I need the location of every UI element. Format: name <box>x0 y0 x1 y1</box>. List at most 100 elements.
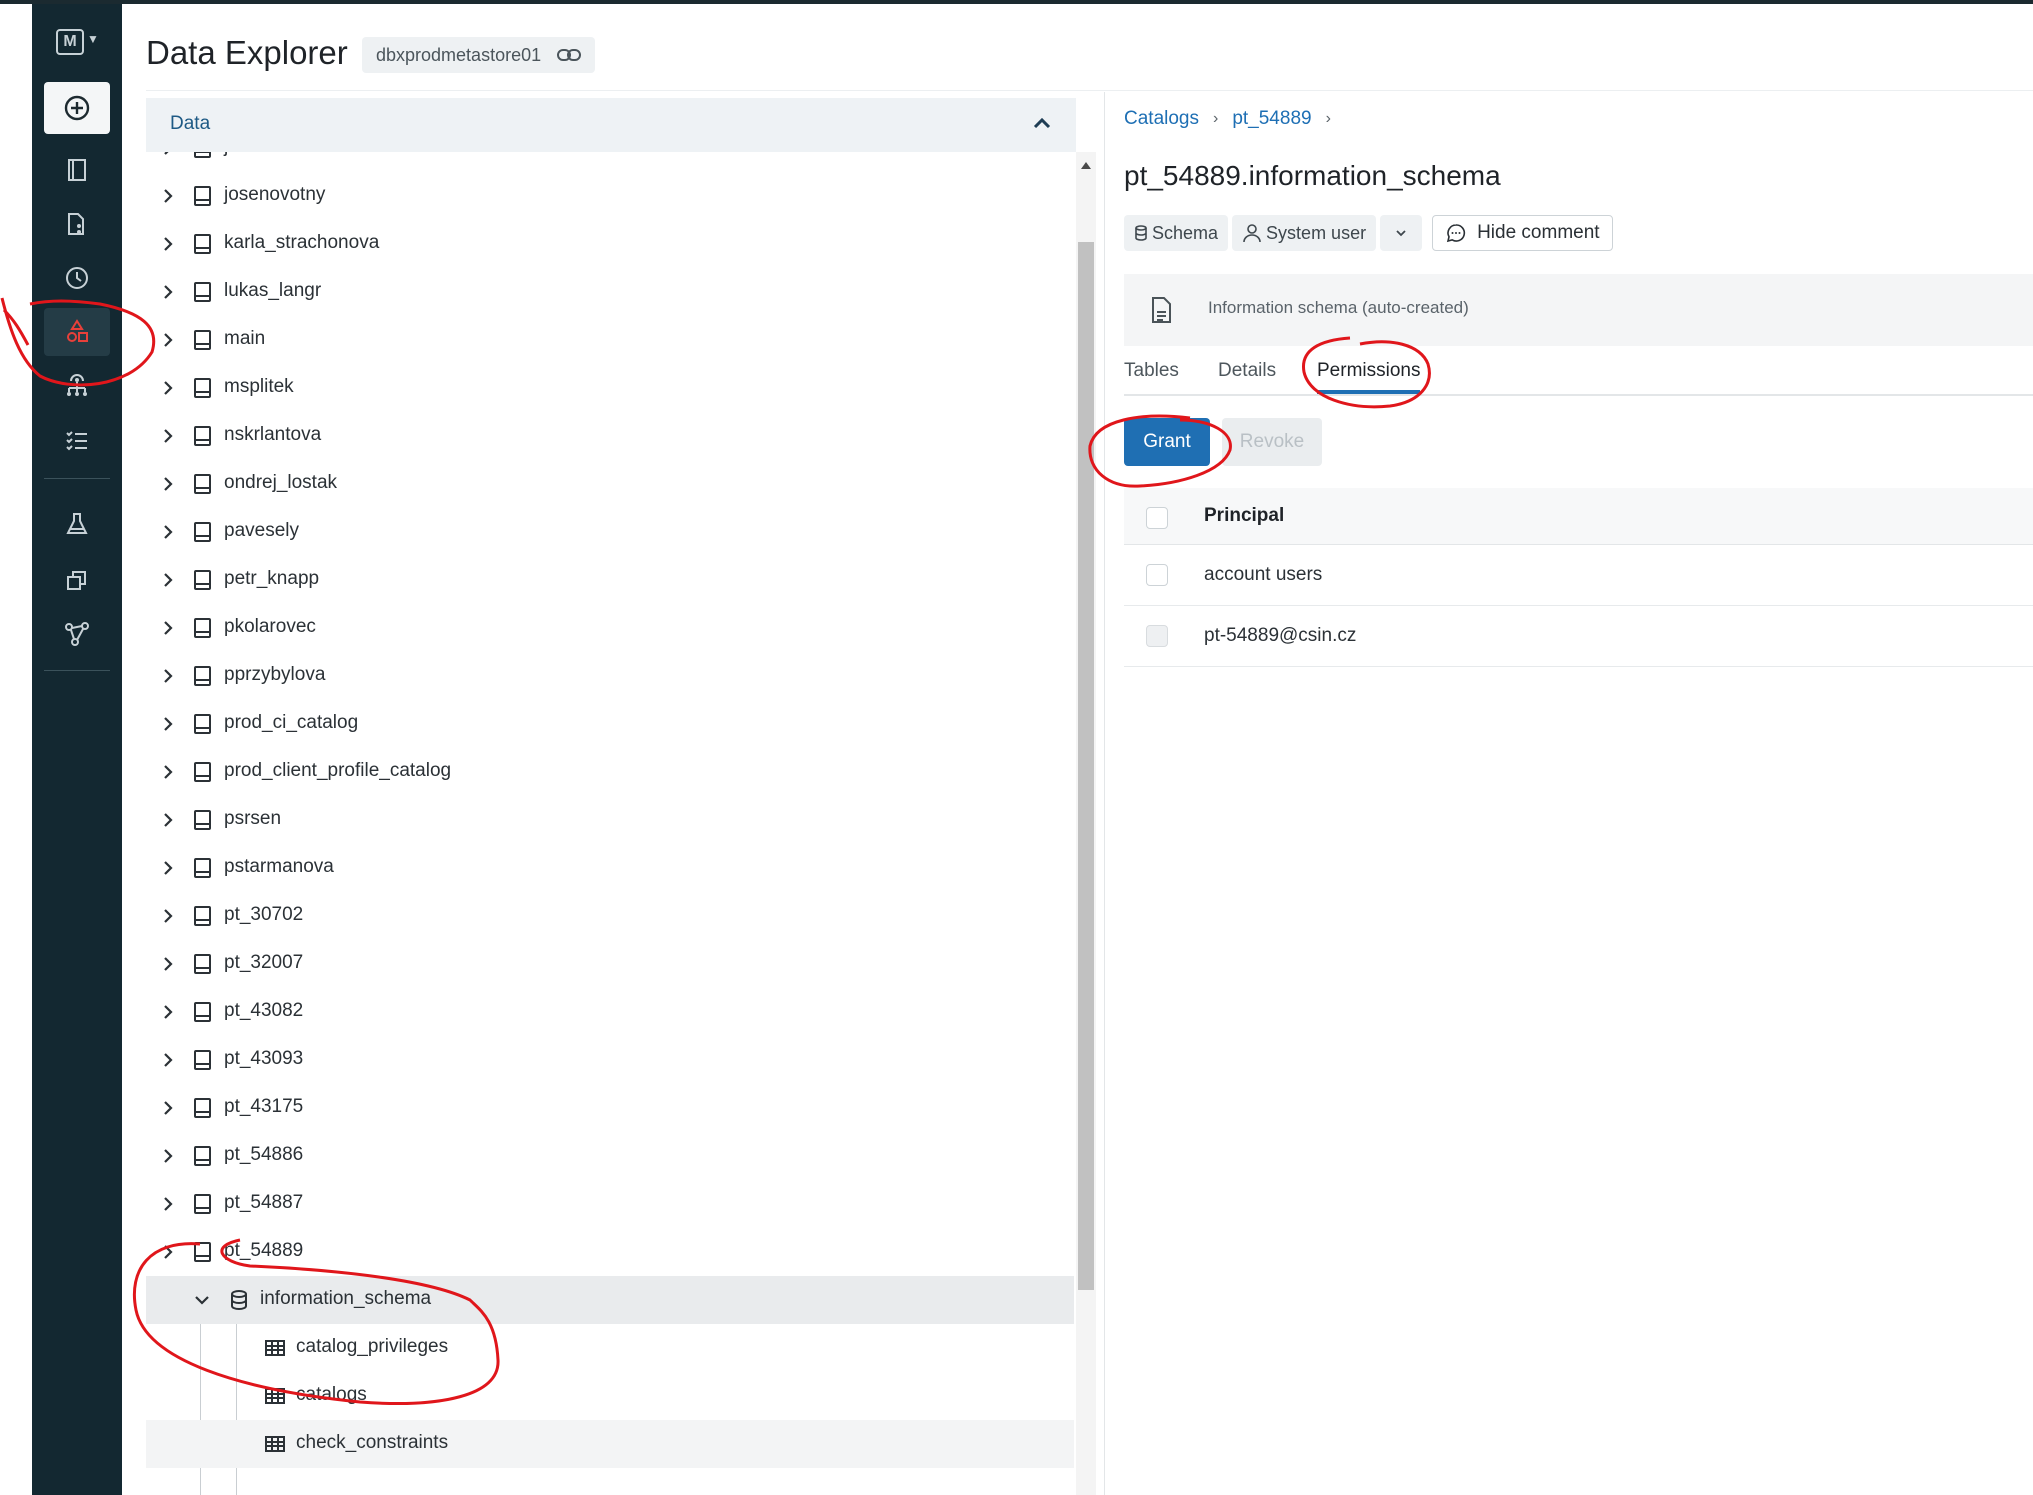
tree-row-catalog[interactable]: pt_43082 <box>146 988 1074 1036</box>
logo-icon: M <box>56 29 84 55</box>
chevron-down-icon[interactable] <box>192 1290 212 1310</box>
catalog-name: pt_54887 <box>224 1192 304 1213</box>
feature-store-nav-button[interactable] <box>44 610 110 658</box>
tree-row-catalog[interactable]: msplitek <box>146 364 1074 412</box>
chevron-right-icon[interactable] <box>158 282 178 302</box>
data-panel-header[interactable]: Data <box>146 98 1076 152</box>
table-icon <box>265 1388 285 1404</box>
workspace-nav-button[interactable] <box>44 146 110 194</box>
tree-row-catalog[interactable]: pt_43093 <box>146 1036 1074 1084</box>
breadcrumb-catalog-link[interactable]: pt_54889 <box>1232 108 1311 130</box>
tree-row-catalog[interactable]: pt_30702 <box>146 892 1074 940</box>
chevron-right-icon[interactable] <box>158 858 178 878</box>
chevron-right-icon[interactable] <box>158 186 178 206</box>
tree-row-table[interactable]: catalogs <box>146 1372 1074 1420</box>
tree-row-table[interactable]: check_constraints <box>146 1420 1074 1468</box>
owner-dropdown-button[interactable] <box>1380 215 1423 251</box>
tree-row-catalog[interactable]: pkolarovec <box>146 604 1074 652</box>
chevron-right-icon[interactable] <box>158 1242 178 1262</box>
row-checkbox[interactable] <box>1146 564 1168 586</box>
chevron-right-icon[interactable] <box>158 666 178 686</box>
chevron-right-icon[interactable] <box>158 1050 178 1070</box>
chevron-right-icon[interactable] <box>158 152 178 158</box>
repos-nav-button[interactable] <box>44 200 110 248</box>
tab-tables[interactable]: Tables <box>1124 360 1179 382</box>
chevron-right-icon[interactable] <box>158 378 178 398</box>
schema-title: pt_54889.information_schema <box>1124 160 1501 191</box>
panel-divider[interactable] <box>1104 92 1105 1495</box>
owner-chip[interactable]: System user <box>1232 215 1377 251</box>
grant-button[interactable]: Grant <box>1124 418 1210 466</box>
scroll-up-arrow-icon[interactable] <box>1081 162 1091 169</box>
catalog-name: pt_30702 <box>224 904 304 925</box>
chevron-right-icon[interactable] <box>158 1146 178 1166</box>
catalog-name: karla_strachonova <box>224 232 380 253</box>
data-nav-button[interactable] <box>44 308 110 356</box>
catalog-icon <box>194 954 211 974</box>
tree-row-table[interactable]: catalog_privileges <box>146 1324 1074 1372</box>
tab-details[interactable]: Details <box>1218 360 1276 382</box>
tree-row-catalog[interactable]: ondrej_lostak <box>146 460 1074 508</box>
tab-permissions[interactable]: Permissions <box>1317 360 1420 382</box>
chevron-right-icon[interactable] <box>158 1002 178 1022</box>
flask-icon <box>66 513 88 534</box>
tree-row-catalog[interactable]: nskrlantova <box>146 412 1074 460</box>
chevron-right-icon[interactable] <box>158 330 178 350</box>
workflows-nav-button[interactable] <box>44 362 110 410</box>
tasks-nav-button[interactable] <box>44 416 110 464</box>
schema-database-icon <box>231 1290 247 1311</box>
tree-row-catalog[interactable]: pt_54886 <box>146 1132 1074 1180</box>
chevron-right-icon[interactable] <box>158 1194 178 1214</box>
experiments-nav-button[interactable] <box>44 500 110 548</box>
hide-comment-button[interactable]: Hide comment <box>1432 215 1613 251</box>
catalog-icon <box>194 474 211 494</box>
chevron-right-icon[interactable] <box>158 1098 178 1118</box>
metastore-badge[interactable]: dbxprodmetastore01 <box>362 37 596 73</box>
models-nav-button[interactable] <box>44 556 110 604</box>
breadcrumb-catalogs-link[interactable]: Catalogs <box>1124 108 1199 130</box>
select-all-checkbox[interactable] <box>1146 507 1168 529</box>
chevron-right-icon[interactable] <box>158 426 178 446</box>
tree-row-catalog[interactable]: main <box>146 316 1074 364</box>
new-button[interactable] <box>44 82 110 134</box>
chevron-right-icon[interactable] <box>158 522 178 542</box>
chevron-right-icon[interactable] <box>158 906 178 926</box>
scrollbar-thumb[interactable] <box>1078 242 1094 1290</box>
tree-row-schema-selected[interactable]: information_schema <box>146 1276 1074 1324</box>
revoke-button[interactable]: Revoke <box>1222 418 1322 466</box>
tree-row-catalog[interactable]: petr_knapp <box>146 556 1074 604</box>
catalog-name: petr_knapp <box>224 568 320 589</box>
chevron-up-icon[interactable] <box>1030 112 1054 136</box>
tree-row-catalog[interactable]: pavesely <box>146 508 1074 556</box>
tree-row-catalog[interactable]: pprzybylova <box>146 652 1074 700</box>
tree-row-catalog[interactable]: prod_ci_catalog <box>146 700 1074 748</box>
tree-row-catalog[interactable]: lukas_langr <box>146 268 1074 316</box>
workspace-switcher[interactable]: M ▼ <box>56 22 104 58</box>
tree-row-catalog[interactable]: karla_strachonova <box>146 220 1074 268</box>
catalog-name: pt_32007 <box>224 952 304 973</box>
recents-nav-button[interactable] <box>44 254 110 302</box>
chevron-right-icon[interactable] <box>158 618 178 638</box>
chevron-right-icon[interactable] <box>158 570 178 590</box>
schema-comment-box[interactable]: Information schema (auto-created) <box>1124 274 2033 346</box>
tree-scrollbar[interactable] <box>1076 152 1096 1495</box>
chevron-right-icon[interactable] <box>158 474 178 494</box>
chevron-right-icon[interactable] <box>158 762 178 782</box>
tree-row-catalog[interactable]: pstarmanova <box>146 844 1074 892</box>
tree-row-catalog[interactable]: pt_43175 <box>146 1084 1074 1132</box>
tree-row-catalog[interactable]: pt_54887 <box>146 1180 1074 1228</box>
tree-row-catalog[interactable]: jlzicar <box>146 152 1074 172</box>
tree-row-catalog[interactable]: prod_client_profile_catalog <box>146 748 1074 796</box>
link-icon[interactable] <box>557 48 582 62</box>
tree-row-catalog[interactable]: pt_32007 <box>146 940 1074 988</box>
catalog-name: pprzybylova <box>224 664 326 685</box>
row-checkbox-disabled[interactable] <box>1146 625 1168 647</box>
chevron-right-icon[interactable] <box>158 810 178 830</box>
tree-row-catalog[interactable]: josenovotny <box>146 172 1074 220</box>
chevron-right-icon[interactable] <box>158 714 178 734</box>
chevron-right-icon[interactable] <box>158 954 178 974</box>
chevron-right-icon[interactable] <box>158 234 178 254</box>
data-icon <box>67 319 88 342</box>
tree-row-catalog[interactable]: psrsen <box>146 796 1074 844</box>
tree-row-catalog[interactable]: pt_54889 <box>146 1228 1074 1276</box>
